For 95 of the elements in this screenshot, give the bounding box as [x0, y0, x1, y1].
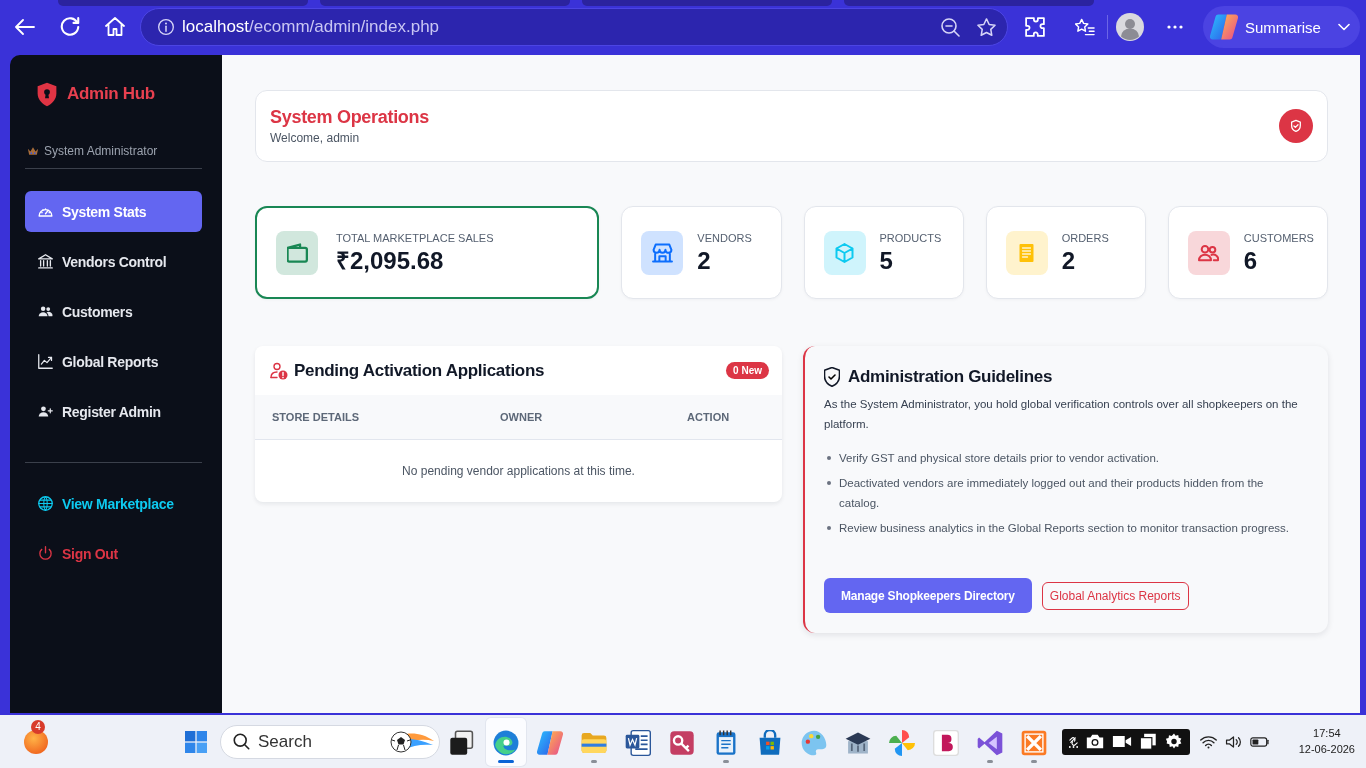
- back-icon[interactable]: [15, 17, 35, 37]
- home-icon[interactable]: [105, 17, 125, 37]
- url-text: localhost/ecomm/admin/index.php: [182, 17, 440, 37]
- speaker-icon[interactable]: [1225, 734, 1242, 749]
- shield-keyhole-icon: [37, 81, 57, 107]
- search-field[interactable]: Search: [220, 724, 440, 759]
- four-panes-icon[interactable]: [185, 730, 207, 753]
- address-field[interactable]: localhost/ecomm/admin/index.php: [140, 8, 1008, 46]
- info-icon[interactable]: [158, 19, 174, 35]
- building-columns-icon: [38, 254, 53, 269]
- intro-text: As the System Administrator, you hold global verification controls over all shopkeepers on the platform.: [824, 397, 1299, 432]
- battery-icon[interactable]: [1250, 736, 1270, 747]
- wifi-icon[interactable]: [1200, 734, 1217, 749]
- notification-badge: 4: [31, 719, 45, 734]
- bullet-icon: [827, 456, 831, 460]
- swirl-icon: [493, 729, 519, 756]
- receipt-icon: [1005, 230, 1048, 275]
- nav-item[interactable]: Vendors Control: [25, 241, 202, 282]
- person-alert-icon: [270, 361, 288, 380]
- count-badge: 0 New: [726, 362, 769, 379]
- cube-icon: [823, 230, 866, 275]
- chevron-down-icon: [1338, 23, 1350, 31]
- overlapping-squares-icon[interactable]: [1137, 733, 1158, 750]
- stat-value: ₹2,095.68: [336, 246, 445, 275]
- welcome-text: Welcome, admin: [270, 130, 361, 146]
- shopping-bag-icon: [757, 729, 783, 756]
- stat-label: PRODUCTS: [879, 230, 942, 245]
- people-icon: [1187, 230, 1230, 275]
- settings-icon[interactable]: [1164, 733, 1184, 750]
- favorites-icon[interactable]: [1075, 17, 1095, 37]
- ribbon-icon: [977, 729, 1003, 756]
- palette-icon: [801, 729, 827, 756]
- puzzle-icon[interactable]: [1025, 17, 1045, 37]
- wallet-icon: [276, 230, 318, 275]
- nav-item[interactable]: Customers: [25, 291, 202, 332]
- column-header: OWNER: [500, 411, 543, 423]
- camera-icon[interactable]: [1085, 733, 1106, 750]
- section-title: Administration Guidelines: [848, 367, 1053, 387]
- stacked-squares-icon: [449, 729, 475, 756]
- stat-value: 2: [1061, 246, 1077, 275]
- sidebar-link[interactable]: View Marketplace: [25, 483, 202, 524]
- storefront-icon: [641, 230, 684, 275]
- clock-date: 12-06-2026: [1298, 743, 1355, 756]
- avatar-icon[interactable]: [1116, 13, 1144, 41]
- stat-label: ORDERS: [1061, 230, 1109, 245]
- reports-button[interactable]: Global Analytics Reports: [1041, 581, 1189, 610]
- bullet-icon: [827, 526, 831, 530]
- bullet-icon: [827, 481, 831, 485]
- shield-check-icon: [824, 367, 840, 387]
- nav-item[interactable]: Global Reports: [25, 341, 202, 382]
- globe-icon: [38, 496, 53, 511]
- pinwheel-icon: [889, 729, 915, 756]
- refresh-icon[interactable]: [60, 17, 80, 37]
- document-icon: [625, 729, 651, 756]
- crossed-tile-icon: [1021, 729, 1047, 756]
- role-label: System Administrator: [44, 144, 158, 158]
- search-icon: [233, 733, 250, 750]
- link-icon[interactable]: [1068, 734, 1079, 749]
- column-header: STORE DETAILS: [272, 411, 359, 423]
- stat-label: TOTAL MARKETPLACE SALES: [336, 230, 494, 245]
- more-icon[interactable]: [1167, 25, 1183, 29]
- guideline-text: Verify GST and physical store details prior to vendor activation.: [839, 451, 1160, 466]
- sidebar-link[interactable]: Sign Out: [25, 533, 202, 574]
- key-icon: [669, 729, 695, 756]
- stat-label: VENDORS: [697, 230, 752, 245]
- stat-value: 2: [697, 246, 712, 275]
- nav-item[interactable]: System Stats: [25, 191, 202, 232]
- stat-value: 5: [879, 246, 894, 275]
- stat-value: 6: [1243, 246, 1259, 275]
- zoom-out-icon[interactable]: [941, 17, 960, 37]
- shield-check-icon: [1279, 109, 1313, 143]
- guideline-text: Review business analytics in the Global Reports section to monitor transaction progress.: [839, 521, 1289, 536]
- people-icon: [38, 304, 53, 319]
- sun-icon[interactable]: [24, 729, 48, 754]
- nav-item[interactable]: Register Admin: [25, 391, 202, 432]
- page-title: System Operations: [270, 106, 429, 128]
- app-tile-icon: [933, 729, 959, 756]
- assistant-button[interactable]: Summarise: [1203, 6, 1360, 48]
- person-add-icon: [38, 404, 53, 419]
- power-icon: [38, 546, 53, 561]
- stat-label: CUSTOMERS: [1243, 230, 1314, 245]
- empty-message: No pending vendor applications at this time.: [402, 464, 635, 478]
- crown-icon: [27, 146, 39, 156]
- multicolor-logo-icon: [537, 729, 563, 756]
- clock-time: 17:54: [1313, 727, 1341, 740]
- brand-name: Admin Hub: [67, 84, 155, 104]
- column-header: ACTION: [687, 411, 730, 423]
- star-icon[interactable]: [977, 17, 996, 37]
- line-chart-icon: [38, 354, 53, 369]
- ball-icon: [389, 728, 435, 755]
- guideline-text: Deactivated vendors are immediately logged out and their products hidden from the catalog.: [839, 476, 1265, 511]
- multicolor-logo-icon: [1210, 14, 1238, 40]
- directory-button[interactable]: Manage Shopkeepers Directory: [824, 578, 1032, 613]
- video-camera-icon[interactable]: [1111, 733, 1132, 750]
- section-title: Pending Activation Applications: [294, 360, 545, 381]
